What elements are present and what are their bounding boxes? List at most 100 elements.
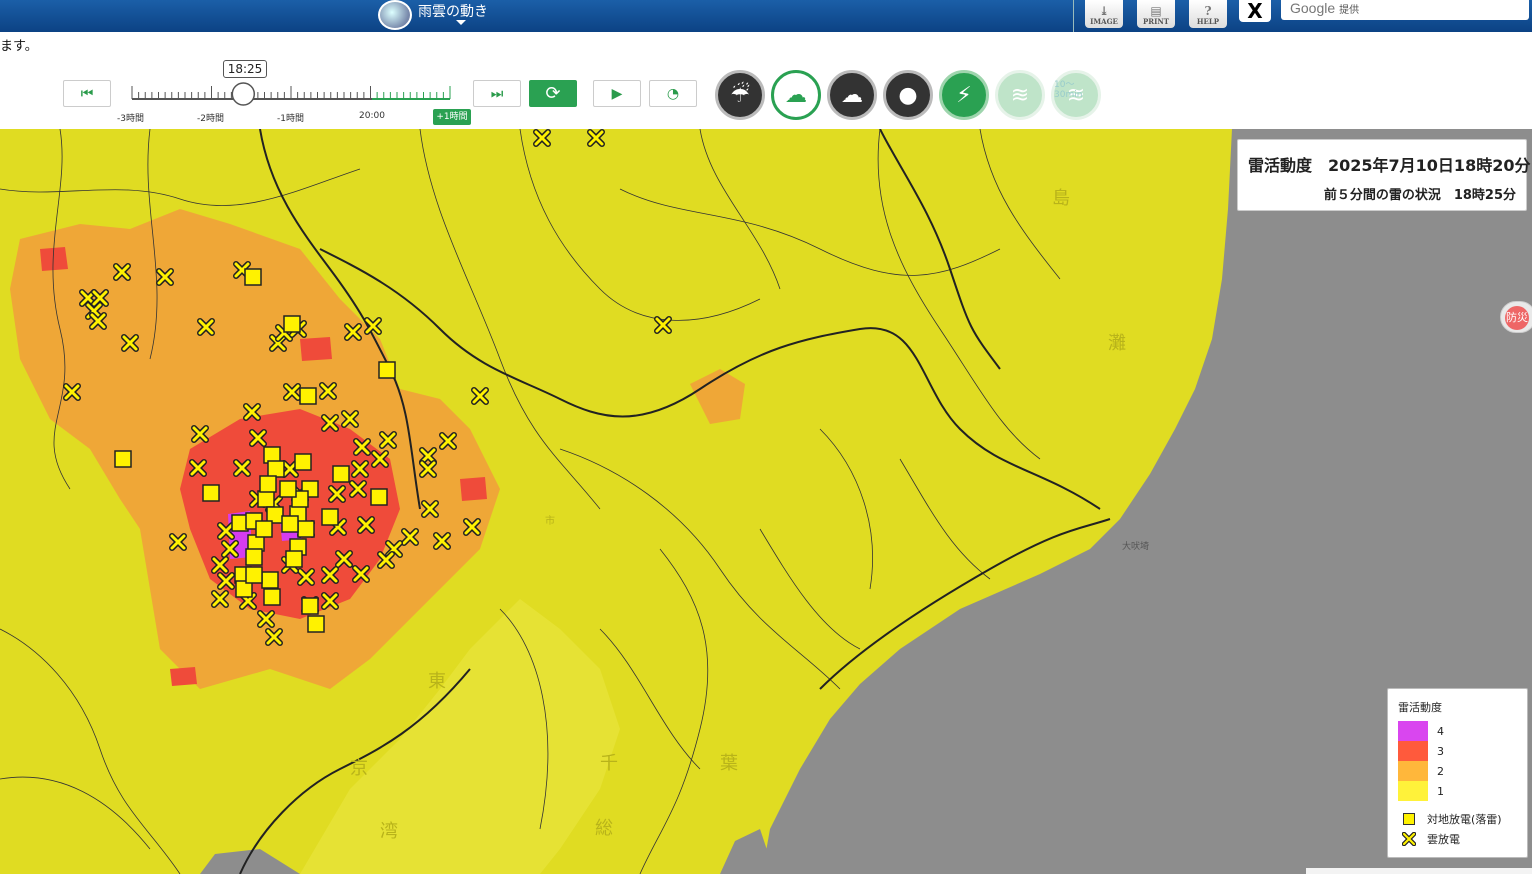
ground-strike-mark	[114, 450, 132, 468]
map-canvas[interactable]: 島 灘 東 京 湾 千 葉 総 市 大吠埼	[0, 129, 1532, 874]
cloud-discharge-mark	[587, 129, 605, 147]
legend-level-row: 1	[1398, 781, 1517, 801]
legend-level-row: 2	[1398, 761, 1517, 781]
ground-strike-mark	[244, 268, 262, 286]
cloud-discharge-mark	[281, 460, 299, 478]
image-button[interactable]: ⤓ IMAGE	[1085, 0, 1123, 28]
cloud-discharge-mark	[221, 540, 239, 558]
legend-level-label: 3	[1437, 744, 1444, 758]
globe-icon	[378, 0, 412, 30]
legend-level-label: 2	[1437, 764, 1444, 778]
lightning-icon: ⚡	[956, 82, 972, 108]
cloud-discharge-mark	[463, 518, 481, 536]
cloud-discharge-mark	[364, 317, 382, 335]
place-label: 京	[350, 758, 368, 779]
cloud-discharge-mark	[233, 459, 251, 477]
cloud-discharge-mark	[341, 410, 359, 428]
legend-title: 雷活動度	[1398, 701, 1442, 714]
ground-strike-mark	[263, 588, 281, 606]
cloud-discharge-mark	[379, 431, 397, 449]
cloud-discharge-mark	[217, 522, 235, 540]
cloud-discharge-mark	[371, 450, 389, 468]
play-button[interactable]: ▶	[593, 80, 641, 107]
legend-level-label: 4	[1437, 724, 1444, 738]
place-label: 葉	[720, 753, 738, 774]
cloud-discharge-mark	[283, 383, 301, 401]
ground-strike-mark	[259, 475, 277, 493]
cloud-discharge-mark	[113, 263, 131, 281]
legend-swatch	[1398, 721, 1428, 741]
ground-strike-mark	[267, 460, 285, 478]
app-title-button[interactable]: 雨雲の動き	[378, 0, 488, 30]
skip-to-start-button[interactable]: ⏮	[63, 80, 111, 107]
help-button[interactable]: ? HELP	[1189, 0, 1227, 28]
ground-strike-icon	[1403, 813, 1415, 825]
activity-level-3-small	[170, 667, 197, 686]
cloud-discharge-mark	[321, 414, 339, 432]
refresh-button[interactable]: ⟳	[529, 80, 577, 107]
rain-drop-layer-button[interactable]: ●	[883, 70, 933, 120]
lightning-layer-button[interactable]: ⚡	[939, 70, 989, 120]
lightning-map[interactable]: 島 灘 東 京 湾 千 葉 総 市 大吠埼 雷活動度 2025年7月10日18時…	[0, 129, 1532, 874]
tornado-icon: ☁	[841, 82, 863, 108]
search-provided-label: 提供	[1339, 5, 1360, 16]
water-drop-icon: ●	[898, 82, 918, 108]
help-label: HELP	[1196, 17, 1220, 26]
cloud-discharge-mark	[211, 590, 229, 608]
ground-strike-mark	[245, 548, 263, 566]
place-label: 島	[1052, 188, 1070, 209]
search-brand: Google	[1290, 0, 1336, 16]
place-label: 千	[600, 753, 618, 774]
bay-grey-2	[720, 829, 775, 874]
cloud-discharge-mark	[401, 528, 419, 546]
legend-level-row: 4	[1398, 721, 1517, 741]
nowcast-layer-button[interactable]: 10～30min ≋	[1051, 70, 1101, 120]
cloud-discharge-mark	[328, 485, 346, 503]
ground-strike-mark	[294, 453, 312, 471]
cloud-discharge-mark	[439, 432, 457, 450]
chevron-down-icon	[456, 20, 466, 25]
speedometer-icon: ◔	[666, 85, 680, 102]
ground-strike-mark	[307, 615, 325, 633]
cloud-discharge-mark	[351, 460, 369, 478]
cloud-discharge-mark	[419, 460, 437, 478]
activity-level-3-small	[300, 337, 332, 361]
cloud-discharge-mark	[63, 383, 81, 401]
image-label: IMAGE	[1090, 17, 1118, 26]
cloud-discharge-mark	[654, 316, 672, 334]
cloud-discharge-mark	[349, 480, 367, 498]
ground-strike-mark	[321, 508, 339, 526]
cloud-discharge-mark	[321, 566, 339, 584]
print-button[interactable]: ▤ PRINT	[1137, 0, 1175, 28]
gust-layer-button[interactable]: ≋	[995, 70, 1045, 120]
cloud-discharge-icon	[1402, 832, 1416, 846]
legend-swatch	[1398, 781, 1428, 801]
tornado-layer-button[interactable]: ☁	[827, 70, 877, 120]
legend-level-row: 3	[1398, 741, 1517, 761]
cloud-discharge-mark	[243, 403, 261, 421]
ground-strike-mark	[332, 465, 350, 483]
current-time-bubble: 18:25	[223, 60, 267, 78]
disaster-info-tab[interactable]: 防災	[1500, 301, 1532, 333]
speed-button[interactable]: ◔	[649, 80, 697, 107]
cloud-upload-layer-button[interactable]: ☁	[771, 70, 821, 120]
x-share-button[interactable]: X	[1239, 0, 1271, 23]
search-input[interactable]: Google 提供	[1281, 0, 1529, 20]
cloud-discharge-mark	[156, 268, 174, 286]
download-icon: ⤓	[1098, 4, 1110, 18]
refresh-icon: ⟳	[545, 83, 561, 104]
ground-strike-mark	[261, 571, 279, 589]
nowcast-label: 10～30min	[1054, 80, 1083, 100]
ground-strike-mark	[202, 484, 220, 502]
disaster-icon: 防災	[1505, 306, 1529, 330]
skip-to-end-button[interactable]: ⏭	[473, 80, 521, 107]
cloud-discharge-mark	[121, 334, 139, 352]
legend-swatch	[1398, 761, 1428, 781]
ground-strike-mark	[281, 515, 299, 533]
place-label: 大吠埼	[1122, 540, 1149, 552]
rain-cloud-layer-button[interactable]: ☔	[715, 70, 765, 120]
time-slider[interactable]	[110, 78, 460, 110]
tick-label: -2時間	[197, 114, 224, 124]
ground-strike-mark	[257, 490, 275, 508]
activity-level-3-small	[460, 477, 487, 501]
